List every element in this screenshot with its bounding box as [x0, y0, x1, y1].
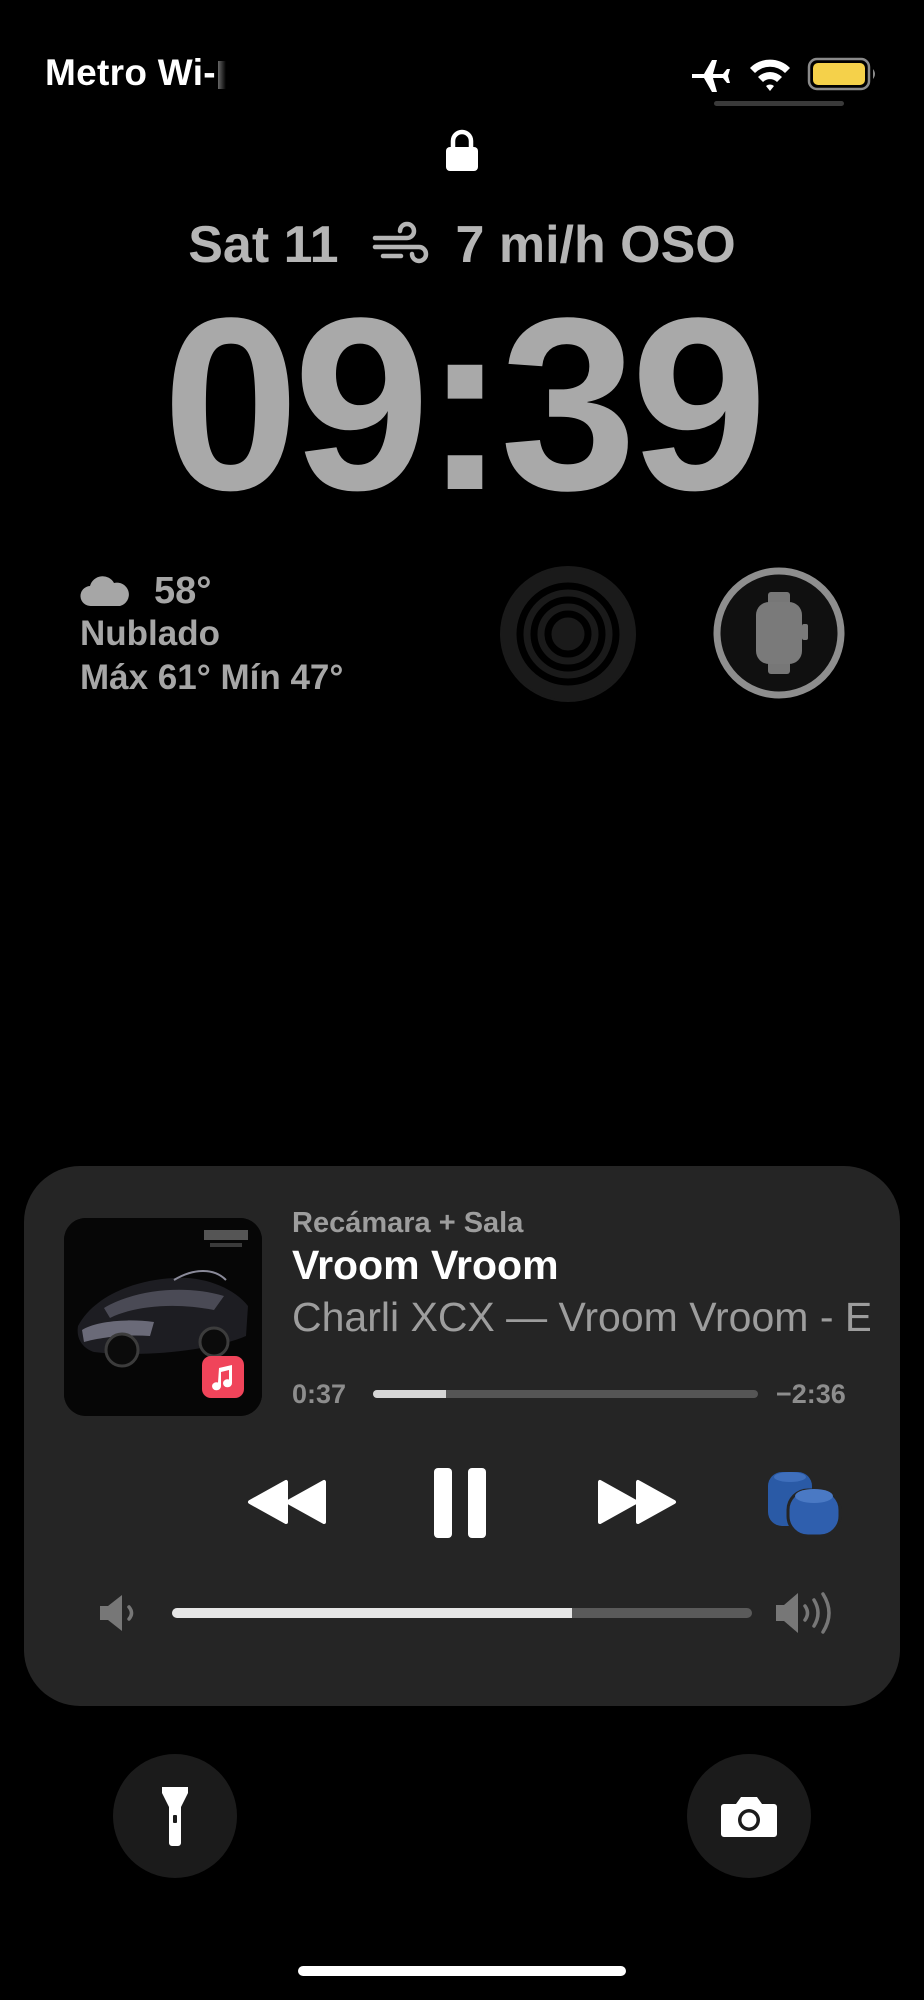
activity-rings-icon[interactable] — [500, 566, 636, 702]
weather-high-low: Máx 61° Mín 47° — [80, 658, 344, 697]
lock-icon — [446, 129, 478, 171]
song-artist: Charli XCX — Vroom Vroom - EP — [292, 1294, 870, 1340]
watch-battery-icon[interactable] — [712, 566, 846, 700]
status-underline — [714, 101, 844, 106]
weather-condition: Nublado — [80, 614, 220, 653]
volume-fill — [172, 1608, 573, 1618]
wind-label: 7 mi/h OSO — [455, 216, 736, 274]
date-wind-widget[interactable]: Sat 11 7 mi/h OSO — [0, 215, 924, 275]
scrubber-fill — [373, 1390, 447, 1398]
pause-icon[interactable] — [432, 1466, 488, 1540]
song-title: Vroom Vroom — [292, 1242, 559, 1288]
apple-music-icon — [202, 1356, 244, 1398]
camera-button[interactable] — [687, 1754, 811, 1878]
date-label: Sat 11 — [188, 216, 339, 274]
flashlight-icon — [162, 1787, 188, 1846]
rewind-icon[interactable] — [246, 1478, 328, 1526]
homepod-icon[interactable] — [766, 1470, 842, 1538]
remaining-time: −2:36 — [776, 1379, 846, 1409]
lock-screen-clock: 09:39 — [162, 267, 767, 542]
airplane-icon — [692, 60, 730, 92]
volume-high-icon — [776, 1592, 831, 1634]
airplay-device-label: Recámara + Sala — [292, 1207, 524, 1239]
weather-widget[interactable]: 58° Nublado Máx 61° Mín 47° — [80, 568, 343, 702]
forward-icon[interactable] — [596, 1478, 678, 1526]
wifi-icon — [750, 59, 790, 91]
playback-scrubber[interactable] — [373, 1390, 758, 1398]
volume-low-icon — [100, 1595, 134, 1631]
carrier-label: Metro Wi- — [45, 52, 226, 94]
wind-icon — [372, 221, 429, 264]
home-indicator[interactable] — [298, 1966, 626, 1976]
volume-slider[interactable] — [172, 1608, 752, 1618]
battery-icon — [807, 57, 875, 91]
album-art[interactable] — [64, 1218, 262, 1416]
status-icons — [692, 57, 875, 92]
temperature: 58° — [154, 569, 212, 612]
flashlight-button[interactable] — [113, 1754, 237, 1878]
elapsed-time: 0:37 — [292, 1379, 347, 1409]
cloud-icon — [80, 576, 129, 607]
camera-icon — [721, 1797, 777, 1837]
